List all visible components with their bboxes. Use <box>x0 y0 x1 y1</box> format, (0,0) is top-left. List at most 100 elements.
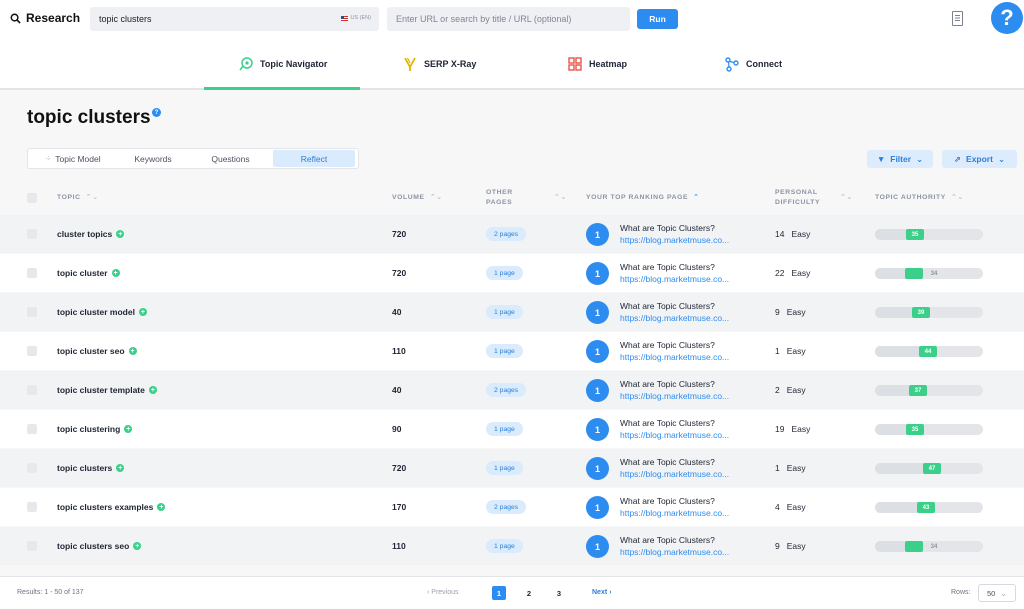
subtab-topic-model[interactable]: ⁘ Topic Model <box>28 150 118 167</box>
table-row[interactable]: topic clusters examples + 170 2 pages 1 … <box>0 488 1024 526</box>
header-topic-authority[interactable]: TOPIC AUTHORITY ⌃⌄ <box>875 193 964 203</box>
subtab-questions[interactable]: Questions <box>188 150 273 167</box>
filter-button[interactable]: ▼ Filter ⌄ <box>867 150 933 168</box>
subtab-keywords[interactable]: Keywords <box>118 150 188 167</box>
table-row[interactable]: topic clustering + 90 1 page 1 What are … <box>0 410 1024 448</box>
plus-icon[interactable]: + <box>133 542 142 550</box>
table-row[interactable]: topic cluster + 720 1 page 1 What are To… <box>0 254 1024 292</box>
topic-cell[interactable]: topic clusters + <box>57 463 125 473</box>
tab-label: Connect <box>746 59 782 69</box>
header-topic[interactable]: TOPIC ⌃⌄ <box>57 193 99 203</box>
header-volume[interactable]: VOLUME ⌃⌄ <box>392 193 443 203</box>
other-pages-pill[interactable]: 1 page <box>486 305 523 319</box>
table-row[interactable]: topic cluster template + 40 2 pages 1 Wh… <box>0 371 1024 409</box>
authority-bar-fill <box>875 424 906 435</box>
ranking-page-url[interactable]: https://blog.marketmuse.co... <box>620 352 729 362</box>
row-checkbox[interactable] <box>27 268 37 278</box>
topic-name: topic clustering <box>57 424 121 434</box>
topic-cell[interactable]: topic cluster template + <box>57 385 157 395</box>
row-checkbox[interactable] <box>27 502 37 512</box>
ranking-page-title: What are Topic Clusters? <box>620 535 715 545</box>
row-checkbox[interactable] <box>27 307 37 317</box>
page-2-button[interactable]: 2 <box>522 586 536 600</box>
other-pages-pill[interactable]: 2 pages <box>486 227 527 241</box>
authority-bar-fill <box>875 307 912 318</box>
subtab-reflect[interactable]: Reflect <box>273 150 355 167</box>
ranking-page-url[interactable]: https://blog.marketmuse.co... <box>620 313 729 323</box>
other-pages-pill[interactable]: 1 page <box>486 422 523 436</box>
tab-heatmap[interactable]: Heatmap <box>567 38 627 90</box>
ranking-page-url[interactable]: https://blog.marketmuse.co... <box>620 274 729 284</box>
tab-serp-x-ray[interactable]: SERP X-Ray <box>402 38 476 90</box>
page-3-button[interactable]: 3 <box>552 586 566 600</box>
plus-icon[interactable]: + <box>124 425 133 433</box>
plus-icon[interactable]: + <box>116 464 125 472</box>
ranking-page-url[interactable]: https://blog.marketmuse.co... <box>620 235 729 245</box>
run-button[interactable]: Run <box>637 9 678 29</box>
plus-icon[interactable]: + <box>157 503 166 511</box>
row-checkbox[interactable] <box>27 424 37 434</box>
search-input[interactable]: topic clusters US (EN) <box>90 7 379 31</box>
table-row[interactable]: topic cluster model + 40 1 page 1 What a… <box>0 293 1024 331</box>
row-checkbox[interactable] <box>27 229 37 239</box>
plus-icon[interactable]: + <box>111 269 120 277</box>
other-pages-pill[interactable]: 1 page <box>486 344 523 358</box>
previous-button[interactable]: ‹ Previous <box>427 589 459 596</box>
volume-cell: 720 <box>392 229 407 239</box>
rows-per-page-select[interactable]: 50 ⌄ <box>978 584 1016 602</box>
topic-cell[interactable]: topic clustering + <box>57 424 133 434</box>
ranking-page-url[interactable]: https://blog.marketmuse.co... <box>620 508 729 518</box>
topic-cell[interactable]: topic clusters examples + <box>57 502 166 512</box>
difficulty-label: Easy <box>786 307 806 317</box>
row-checkbox[interactable] <box>27 385 37 395</box>
other-pages-pill[interactable]: 1 page <box>486 539 523 553</box>
topic-cell[interactable]: topic cluster + <box>57 268 120 278</box>
tab-connect[interactable]: Connect <box>724 38 782 90</box>
row-checkbox[interactable] <box>27 463 37 473</box>
ranking-page-url[interactable]: https://blog.marketmuse.co... <box>620 430 729 440</box>
document-icon[interactable] <box>952 11 963 26</box>
topic-cell[interactable]: cluster topics + <box>57 229 125 239</box>
table-row[interactable]: topic clusters seo + 110 1 page 1 What a… <box>0 527 1024 565</box>
ranking-page-url[interactable]: https://blog.marketmuse.co... <box>620 391 729 401</box>
sort-icon[interactable]: ⌃⌄ <box>549 193 567 203</box>
compass-icon <box>239 57 253 71</box>
table-row[interactable]: topic clusters + 720 1 page 1 What are T… <box>0 449 1024 487</box>
help-button[interactable]: ? <box>991 2 1023 34</box>
plus-icon[interactable]: + <box>148 386 157 394</box>
table-row[interactable]: topic cluster seo + 110 1 page 1 What ar… <box>0 332 1024 370</box>
ranking-page-url[interactable]: https://blog.marketmuse.co... <box>620 469 729 479</box>
other-pages-pill[interactable]: 2 pages <box>486 500 527 514</box>
other-pages-pill[interactable]: 2 pages <box>486 383 527 397</box>
active-tab-indicator <box>204 87 360 90</box>
authority-marker <box>905 541 923 552</box>
row-checkbox[interactable] <box>27 541 37 551</box>
next-button[interactable]: Next › <box>592 589 611 596</box>
plus-icon[interactable]: + <box>138 308 147 316</box>
plus-icon[interactable]: + <box>128 347 137 355</box>
topic-cell[interactable]: topic clusters seo + <box>57 541 142 551</box>
search-icon <box>10 13 21 24</box>
help-icon[interactable]: ? <box>152 108 161 117</box>
export-button[interactable]: ⇗ Export ⌄ <box>942 150 1017 168</box>
topic-cell[interactable]: topic cluster seo + <box>57 346 137 356</box>
select-all-checkbox[interactable] <box>27 193 37 203</box>
sort-icon[interactable]: ⌃⌄ <box>835 193 853 203</box>
table-row[interactable]: cluster topics + 720 2 pages 1 What are … <box>0 215 1024 253</box>
page-1-button[interactable]: 1 <box>492 586 506 600</box>
topic-cell[interactable]: topic cluster model + <box>57 307 147 317</box>
ranking-page-title: What are Topic Clusters? <box>620 262 715 272</box>
tab-topic-navigator[interactable]: Topic Navigator <box>238 38 327 90</box>
header-personal-difficulty[interactable]: PERSONAL DIFFICULTY <box>775 188 820 208</box>
plus-icon[interactable]: + <box>116 230 125 238</box>
brand[interactable]: Research <box>10 11 80 25</box>
locale-selector[interactable]: US (EN) <box>340 15 371 21</box>
other-pages-pill[interactable]: 1 page <box>486 461 523 475</box>
ranking-page-url[interactable]: https://blog.marketmuse.co... <box>620 547 729 557</box>
header-top-ranking-page[interactable]: YOUR TOP RANKING PAGE ⌃ <box>586 193 700 203</box>
url-input[interactable]: Enter URL or search by title / URL (opti… <box>387 7 630 31</box>
table-header: TOPIC ⌃⌄ VOLUME ⌃⌄ OTHER PAGES ⌃⌄ YOUR TOP … <box>0 182 1024 214</box>
other-pages-pill[interactable]: 1 page <box>486 266 523 280</box>
header-other-pages[interactable]: OTHER PAGES <box>486 188 513 208</box>
row-checkbox[interactable] <box>27 346 37 356</box>
